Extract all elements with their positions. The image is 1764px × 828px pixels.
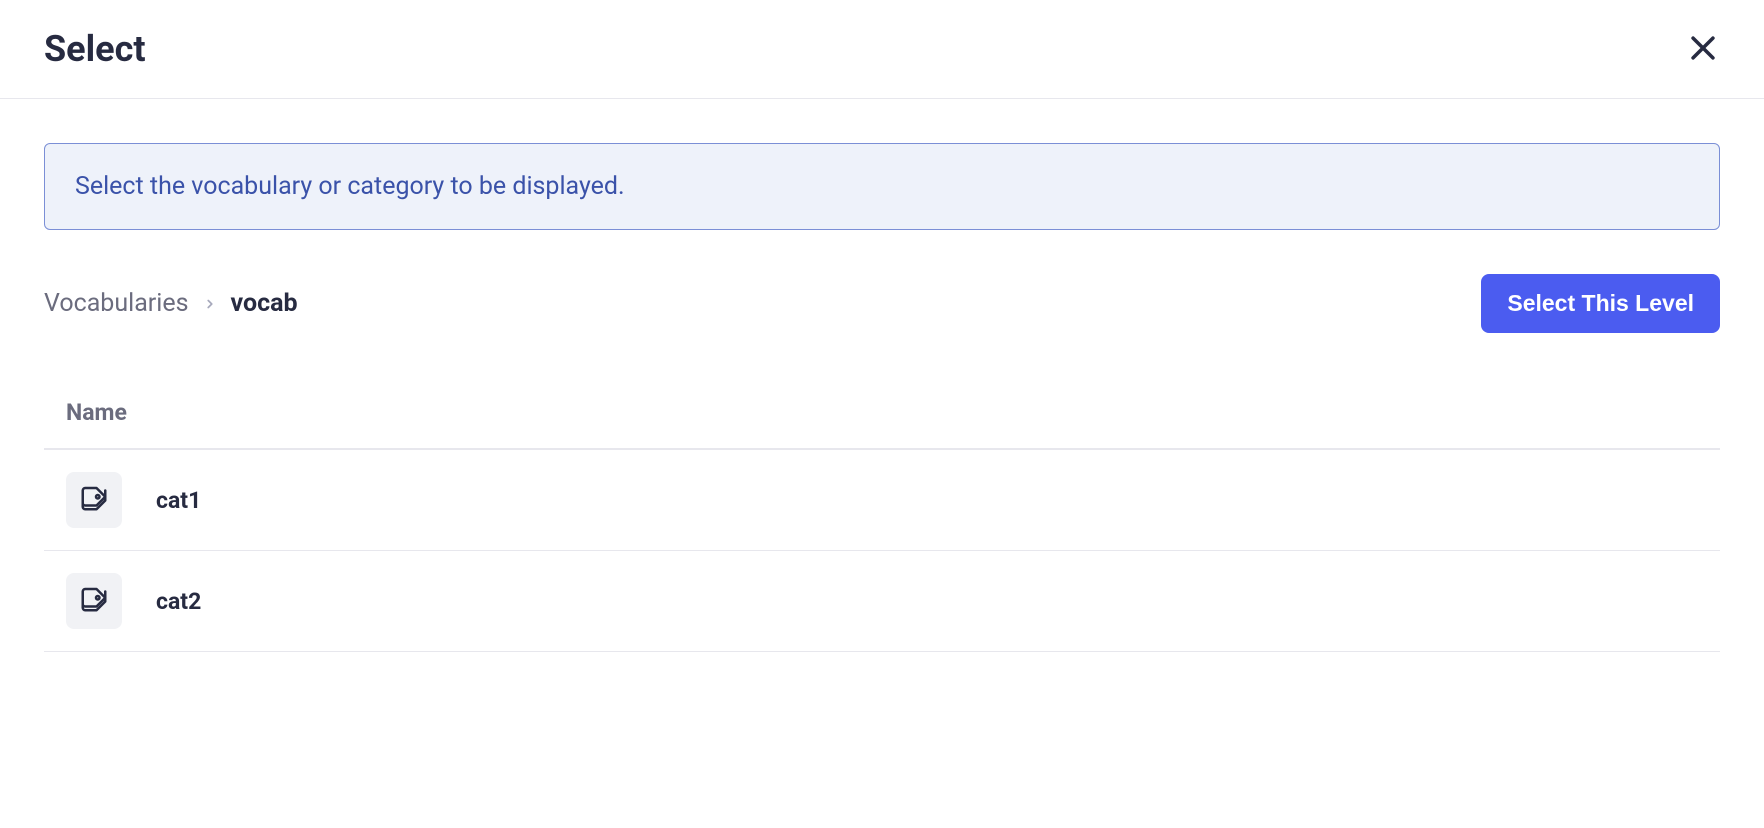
breadcrumb-root[interactable]: Vocabularies	[44, 289, 189, 318]
info-message: Select the vocabulary or category to be …	[75, 172, 625, 201]
row-name: cat2	[156, 588, 201, 615]
table-row[interactable]: cat2	[44, 551, 1720, 652]
table: Name cat1	[44, 377, 1720, 652]
dialog-header: Select	[0, 0, 1764, 99]
breadcrumb-row: Vocabularies vocab Select This Level	[44, 274, 1720, 333]
close-icon	[1686, 31, 1720, 68]
table-header-name: Name	[44, 377, 1720, 450]
dialog-content: Select the vocabulary or category to be …	[0, 99, 1764, 652]
breadcrumb-current: vocab	[231, 289, 298, 318]
breadcrumb: Vocabularies vocab	[44, 289, 298, 318]
dialog-title: Select	[44, 28, 146, 70]
tag-icon	[79, 584, 109, 618]
category-icon-box	[66, 472, 122, 528]
row-name: cat1	[156, 487, 201, 514]
tag-icon	[79, 483, 109, 517]
info-banner: Select the vocabulary or category to be …	[44, 143, 1720, 230]
close-button[interactable]	[1686, 31, 1720, 68]
chevron-right-icon	[203, 297, 217, 311]
table-row[interactable]: cat1	[44, 450, 1720, 551]
select-this-level-button[interactable]: Select This Level	[1481, 274, 1720, 333]
category-icon-box	[66, 573, 122, 629]
